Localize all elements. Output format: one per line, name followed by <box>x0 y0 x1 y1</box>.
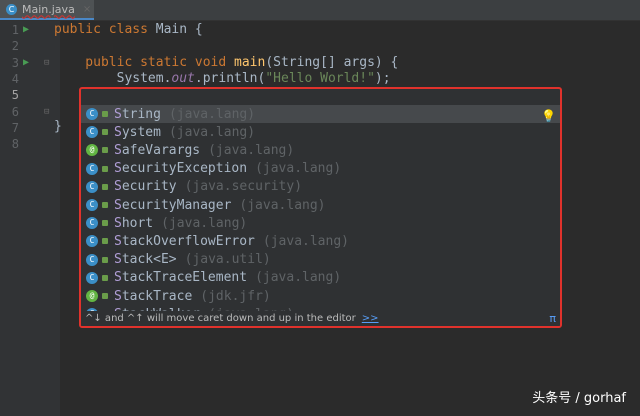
completion-item[interactable]: @ StackTrace (jdk.jfr) <box>81 287 560 305</box>
item-name: SafeVarargs <box>114 142 201 158</box>
fold-icon[interactable]: ⊟ <box>44 58 49 68</box>
public-access-icon <box>102 183 108 190</box>
annotation-icon: @ <box>86 144 98 157</box>
completion-popup: C String (java.lang) C System (java.lang) @ Saf… <box>79 87 562 328</box>
class-icon: C <box>86 199 98 211</box>
line-number: 4 <box>11 71 19 86</box>
item-package: (java.lang) <box>255 270 342 286</box>
completion-item[interactable]: C Short (java.lang) <box>81 214 560 232</box>
line-number: 7 <box>11 120 19 135</box>
line-number: 5 <box>11 88 19 103</box>
item-package: (java.lang) <box>208 142 295 158</box>
exception-icon: C <box>86 235 98 248</box>
class-icon: C <box>86 271 98 284</box>
completion-item[interactable]: C SecurityException (java.lang) <box>81 160 560 178</box>
item-package: (jdk.jfr) <box>200 288 271 304</box>
item-name: SecurityManager <box>114 197 232 213</box>
annotation-icon: @ <box>86 290 98 302</box>
tab-label: Main.java <box>22 2 75 16</box>
run-icon[interactable]: ▶ <box>23 24 29 35</box>
code-line-1[interactable]: public class Main { <box>54 22 203 37</box>
close-tab-icon[interactable]: × <box>83 4 91 15</box>
item-package: (java.util) <box>184 252 271 268</box>
completion-item[interactable]: C System (java.lang) <box>81 123 560 141</box>
more-link[interactable]: >> <box>362 313 379 324</box>
line-number: 2 <box>11 39 19 54</box>
editor-tab-bar: C Main.java × <box>0 0 640 21</box>
item-package: (java.lang) <box>239 197 326 213</box>
completion-item[interactable]: C StackTraceElement (java.lang) <box>81 269 560 287</box>
completion-item[interactable]: C Security (java.security) <box>81 178 560 196</box>
class-icon: C <box>86 180 98 193</box>
watermark: 头条号 / gorhaf <box>532 391 626 406</box>
completion-item[interactable]: C String (java.lang) <box>81 105 560 123</box>
class-icon: C <box>86 108 98 120</box>
item-name: SecurityException <box>114 161 248 177</box>
public-access-icon <box>102 129 108 136</box>
item-name: Security <box>114 179 177 195</box>
item-package: (java.lang) <box>168 124 256 140</box>
item-package: (java.lang) <box>255 161 342 177</box>
public-access-icon <box>102 202 108 208</box>
public-access-icon <box>102 238 108 245</box>
code-line-7[interactable]: } <box>54 119 62 134</box>
public-access-icon <box>102 147 108 154</box>
public-access-icon <box>102 293 108 299</box>
item-name: StackTraceElement <box>114 270 248 286</box>
item-package: (java.security) <box>184 179 303 195</box>
public-access-icon <box>102 165 108 172</box>
exception-icon: C <box>86 162 98 175</box>
completion-item[interactable]: @ SafeVarargs (java.lang) <box>81 141 560 159</box>
line-number: 3 <box>11 55 19 70</box>
run-icon[interactable]: ▶ <box>23 57 29 68</box>
line-number: 8 <box>11 137 19 152</box>
public-access-icon <box>102 111 108 117</box>
lightbulb-icon[interactable]: 💡 <box>541 109 556 123</box>
item-name: StackTrace <box>114 288 193 304</box>
code-line-3[interactable]: public static void main(String[] args) { <box>54 55 398 70</box>
item-package: (java.lang) <box>161 215 248 231</box>
public-access-icon <box>102 256 108 263</box>
completion-item[interactable]: C StackOverflowError (java.lang) <box>81 232 560 250</box>
item-name: Stack<E> <box>114 252 177 268</box>
completion-item[interactable]: C SecurityManager (java.lang) <box>81 196 560 214</box>
public-access-icon <box>102 220 108 227</box>
java-class-icon: C <box>6 3 17 15</box>
item-package: (java.lang) <box>168 106 256 122</box>
class-icon: C <box>86 253 98 266</box>
completion-footer: ^↓ and ^↑ will move caret down and up in… <box>81 311 560 326</box>
item-name: System <box>114 124 161 140</box>
footer-hint: ^↓ and ^↑ will move caret down and up in… <box>85 313 356 324</box>
fold-icon[interactable]: ⊟ <box>44 107 49 117</box>
item-package: (java.lang) <box>262 233 349 249</box>
pi-icon[interactable]: π <box>549 312 556 325</box>
line-number: 6 <box>11 104 19 119</box>
class-icon: C <box>86 217 98 230</box>
item-name: String <box>114 106 161 122</box>
completion-item[interactable]: C Stack<E> (java.util) <box>81 251 560 269</box>
line-number: 1 <box>11 23 19 37</box>
item-name: StackOverflowError <box>114 233 255 249</box>
tab-main-java[interactable]: C Main.java × <box>0 0 94 20</box>
code-line-4[interactable]: System.out.println("Hello World!"); <box>54 71 391 86</box>
item-name: Short <box>114 215 154 231</box>
public-access-icon <box>102 274 108 281</box>
class-icon: C <box>86 126 98 139</box>
